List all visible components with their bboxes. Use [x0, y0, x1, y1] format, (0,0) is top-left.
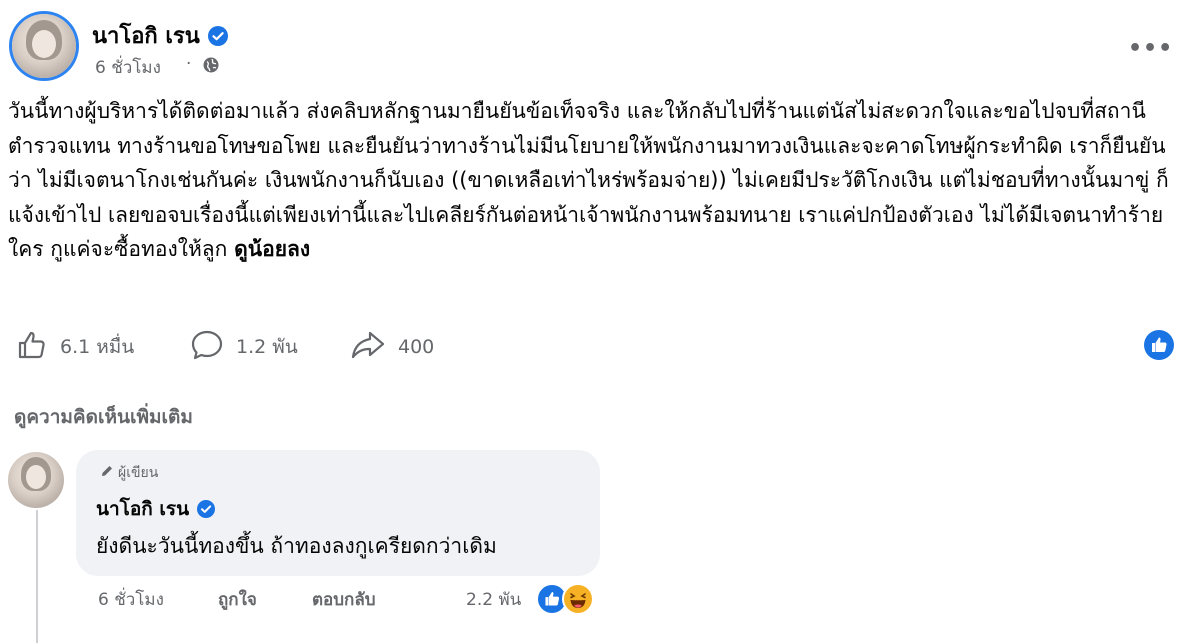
comment-button[interactable]: 1.2 พัน [190, 330, 298, 364]
post-timestamp[interactable]: 6 ชั่วโมง [95, 54, 161, 81]
share-icon [350, 329, 386, 366]
post-body: วันนี้ทางผู้บริหารได้ติดต่อมาแล้ว ส่งคลิ… [8, 94, 1180, 267]
comment-text: ยังดีนะวันนี้ทองขึ้น ถ้าทองลงกูเครียดกว่… [96, 534, 497, 558]
more-options-icon[interactable]: ••• [1128, 36, 1173, 61]
like-reaction-icon[interactable] [1144, 330, 1174, 360]
verified-badge-icon [207, 25, 228, 46]
comment-author-header: นาโอกิ เรน [96, 494, 216, 524]
verified-badge-icon [197, 500, 216, 518]
comment-reply-button[interactable]: ตอบกลับ [312, 586, 376, 613]
comment-like-button[interactable]: ถูกใจ [218, 586, 257, 613]
post-author-avatar[interactable] [12, 14, 76, 78]
share-count: 400 [398, 336, 435, 358]
post-author-header: นาโอกิ เรน [92, 18, 228, 53]
like-icon [16, 329, 48, 366]
like-count: 6.1 หมื่น [60, 336, 135, 358]
haha-reaction-icon[interactable] [562, 583, 594, 615]
post-author-name[interactable]: นาโอกิ เรน [92, 18, 200, 53]
post-text: วันนี้ทางผู้บริหารได้ติดต่อมาแล้ว ส่งคลิ… [8, 99, 1169, 261]
share-button[interactable]: 400 [350, 330, 434, 364]
comment-count: 1.2 พัน [236, 336, 298, 358]
comment-reaction-count[interactable]: 2.2 พัน [466, 586, 521, 613]
globe-icon [202, 56, 220, 74]
comment-icon [190, 329, 224, 366]
comment-timestamp[interactable]: 6 ชั่วโมง [98, 586, 164, 613]
timestamp-separator: · [186, 54, 192, 74]
author-tag-label: ผู้เขียน [118, 465, 159, 481]
see-more-comments-link[interactable]: ดูความคิดเห็นเพิ่มเติม [14, 402, 193, 432]
pencil-icon [100, 464, 114, 482]
author-tag: ผู้เขียน [100, 462, 158, 484]
see-less-link[interactable]: ดูน้อยลง [234, 237, 310, 261]
comment-author-avatar[interactable] [8, 452, 64, 508]
thread-line [36, 510, 38, 643]
like-button[interactable]: 6.1 หมื่น [16, 330, 134, 364]
comment-author-name[interactable]: นาโอกิ เรน [96, 494, 189, 524]
